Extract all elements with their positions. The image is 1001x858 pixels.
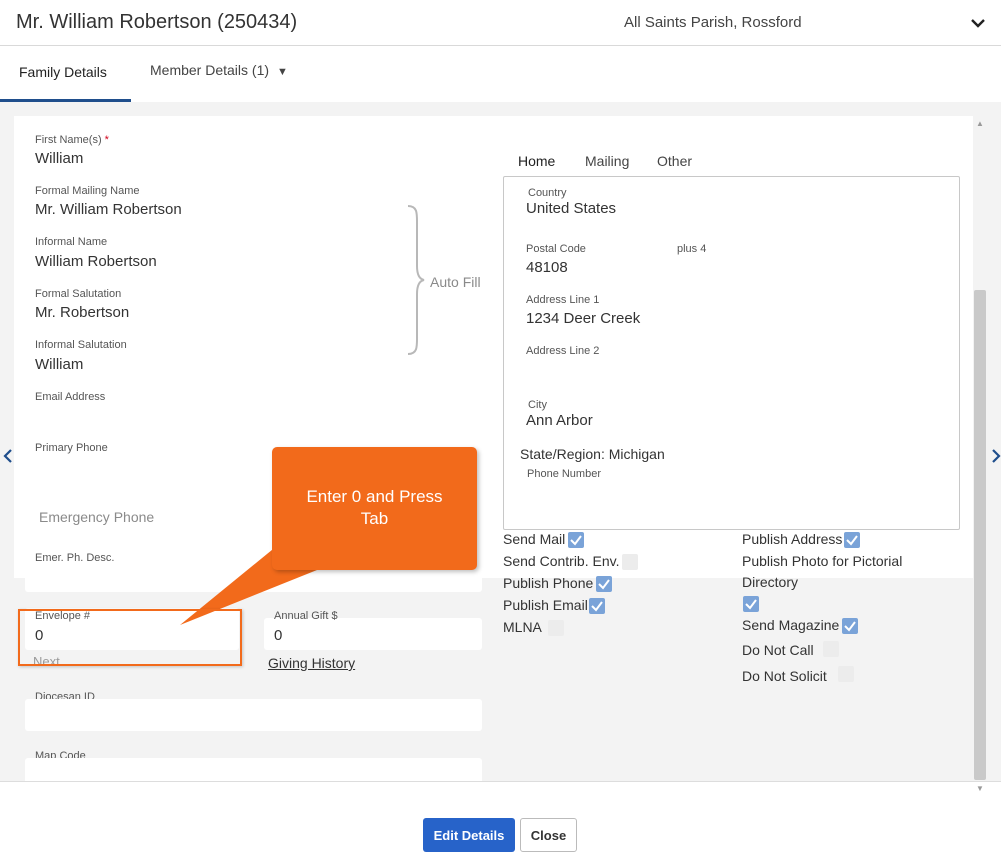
scrollbar-thumb[interactable] bbox=[974, 290, 986, 780]
do-not-solicit-label: Do Not Solicit bbox=[742, 668, 827, 684]
caret-down-icon: ▼ bbox=[277, 66, 288, 78]
address-line2-label: Address Line 2 bbox=[526, 345, 600, 357]
formal-mailing-name-label: Formal Mailing Name bbox=[35, 185, 140, 197]
phone-number-label: Phone Number bbox=[527, 468, 601, 480]
title-mask bbox=[500, 102, 980, 116]
primary-phone-label: Primary Phone bbox=[35, 442, 108, 454]
emergency-phone-input[interactable]: Emergency Phone bbox=[39, 509, 154, 525]
header-divider bbox=[0, 45, 1001, 46]
address-tab-mailing[interactable]: Mailing bbox=[585, 153, 629, 169]
publish-address-checkbox[interactable] bbox=[844, 532, 860, 548]
callout-text: Enter 0 and Press Tab bbox=[272, 486, 477, 530]
publish-address-label: Publish Address bbox=[742, 531, 843, 547]
mlna-checkbox[interactable] bbox=[548, 620, 564, 636]
informal-salutation-label: Informal Salutation bbox=[35, 339, 127, 351]
emer-ph-desc-label: Emer. Ph. Desc. bbox=[35, 552, 115, 564]
address-line1-value[interactable]: 1234 Deer Creek bbox=[526, 310, 640, 327]
publish-phone-label: Publish Phone bbox=[503, 575, 594, 591]
send-magazine-checkbox[interactable] bbox=[842, 618, 858, 634]
postal-code-label: Postal Code bbox=[526, 243, 586, 255]
send-contrib-env-label: Send Contrib. Env. bbox=[503, 553, 620, 569]
publish-photo-checkbox[interactable] bbox=[743, 596, 759, 612]
do-not-call-label: Do Not Call bbox=[742, 642, 814, 658]
informal-name-value[interactable]: William Robertson bbox=[35, 253, 157, 270]
mlna-label: MLNA bbox=[503, 619, 542, 635]
do-not-solicit-checkbox[interactable] bbox=[838, 666, 854, 682]
footer-divider bbox=[0, 781, 1001, 782]
page-title: Mr. William Robertson (250434) bbox=[16, 11, 298, 33]
email-address-label: Email Address bbox=[35, 391, 106, 403]
annual-gift-input[interactable] bbox=[264, 618, 482, 650]
country-label: Country bbox=[528, 187, 567, 199]
address-tab-other[interactable]: Other bbox=[657, 153, 692, 169]
formal-salutation-value[interactable]: Mr. Robertson bbox=[35, 304, 129, 321]
annual-gift-value[interactable]: 0 bbox=[274, 627, 282, 644]
giving-history-link[interactable]: Giving History bbox=[268, 655, 355, 671]
first-name-value[interactable]: William bbox=[35, 150, 83, 167]
auto-fill-button[interactable]: Auto Fill bbox=[430, 274, 481, 290]
next-arrow-icon[interactable] bbox=[990, 448, 1001, 464]
chevron-down-icon[interactable] bbox=[968, 13, 988, 33]
publish-photo-label-line1: Publish Photo for Pictorial bbox=[742, 553, 903, 569]
address-line1-label: Address Line 1 bbox=[526, 294, 600, 306]
publish-phone-checkbox[interactable] bbox=[596, 576, 612, 592]
envelope-highlight-box bbox=[18, 609, 242, 666]
send-mail-checkbox[interactable] bbox=[568, 532, 584, 548]
send-contrib-env-checkbox[interactable] bbox=[622, 554, 638, 570]
publish-email-checkbox[interactable] bbox=[589, 598, 605, 614]
callout-line1: Enter 0 and Press bbox=[306, 487, 443, 506]
first-name-label: First Name(s) * bbox=[35, 134, 109, 146]
tab-member-details[interactable]: Member Details (1) ▼ bbox=[150, 62, 288, 78]
postal-code-value[interactable]: 48108 bbox=[526, 259, 568, 276]
tab-family-details[interactable]: Family Details bbox=[0, 46, 131, 102]
formal-mailing-name-value[interactable]: Mr. William Robertson bbox=[35, 201, 182, 218]
parish-name: All Saints Parish, Rossford bbox=[624, 14, 802, 31]
send-mail-label: Send Mail bbox=[503, 531, 566, 547]
informal-salutation-value[interactable]: William bbox=[35, 356, 83, 373]
plus4-label: plus 4 bbox=[677, 243, 707, 255]
diocesan-id-input[interactable] bbox=[25, 699, 482, 731]
close-button[interactable]: Close bbox=[520, 818, 577, 852]
emer-ph-desc-input[interactable] bbox=[25, 568, 482, 592]
informal-name-label: Informal Name bbox=[35, 236, 108, 248]
city-value[interactable]: Ann Arbor bbox=[526, 412, 593, 429]
tab-label: Member Details (1) bbox=[150, 62, 270, 78]
callout-line2: Tab bbox=[360, 509, 389, 528]
map-code-input[interactable] bbox=[25, 758, 482, 790]
scroll-down-icon[interactable]: ▼ bbox=[976, 784, 984, 793]
address-tab-home[interactable]: Home bbox=[505, 152, 569, 178]
brace-icon bbox=[404, 204, 426, 356]
state-region[interactable]: State/Region: Michigan bbox=[520, 446, 665, 462]
address-tab-label: Home bbox=[518, 153, 556, 169]
do-not-call-checkbox[interactable] bbox=[823, 641, 839, 657]
formal-salutation-label: Formal Salutation bbox=[35, 288, 122, 300]
publish-photo-label-line2: Directory bbox=[742, 574, 799, 590]
scroll-up-icon[interactable]: ▲ bbox=[976, 119, 984, 128]
send-magazine-label: Send Magazine bbox=[742, 617, 840, 633]
city-label: City bbox=[528, 399, 547, 411]
annual-gift-label: Annual Gift $ bbox=[274, 610, 338, 622]
edit-details-button[interactable]: Edit Details bbox=[423, 818, 515, 852]
previous-arrow-icon[interactable] bbox=[2, 448, 14, 464]
publish-email-label: Publish Email bbox=[503, 597, 588, 613]
tab-label: Family Details bbox=[19, 64, 107, 80]
country-value[interactable]: United States bbox=[526, 200, 616, 217]
